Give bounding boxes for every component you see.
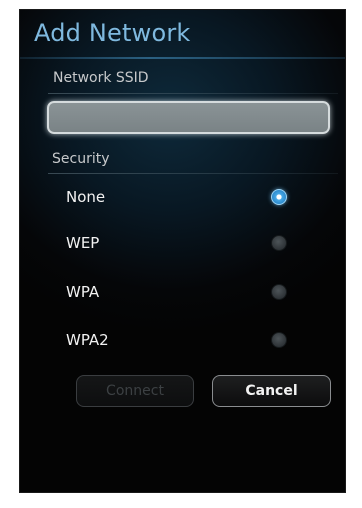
security-option-label: WPA: [66, 283, 100, 301]
title-divider: [20, 57, 345, 59]
security-option-label: WEP: [66, 234, 100, 252]
ssid-divider: [48, 93, 338, 94]
security-option-label: WPA2: [66, 331, 109, 349]
radio-unselected-icon[interactable]: [271, 235, 287, 251]
network-ssid-input[interactable]: [47, 101, 330, 134]
security-option-none[interactable]: None: [50, 178, 330, 218]
security-option-label: None: [66, 188, 106, 206]
radio-unselected-icon[interactable]: [271, 284, 287, 300]
add-network-dialog: Add Network Network SSID Security None W…: [19, 9, 346, 493]
security-option-wpa2[interactable]: WPA2: [50, 321, 330, 361]
security-option-wep[interactable]: WEP: [50, 224, 330, 264]
security-divider: [48, 173, 338, 174]
dialog-title: Add Network: [34, 19, 191, 47]
cancel-button[interactable]: Cancel: [212, 375, 331, 407]
radio-selected-icon[interactable]: [271, 189, 287, 205]
security-label: Security: [52, 151, 110, 167]
connect-button[interactable]: Connect: [76, 375, 194, 407]
security-option-wpa[interactable]: WPA: [50, 273, 330, 313]
radio-unselected-icon[interactable]: [271, 332, 287, 348]
ssid-label: Network SSID: [53, 70, 149, 86]
